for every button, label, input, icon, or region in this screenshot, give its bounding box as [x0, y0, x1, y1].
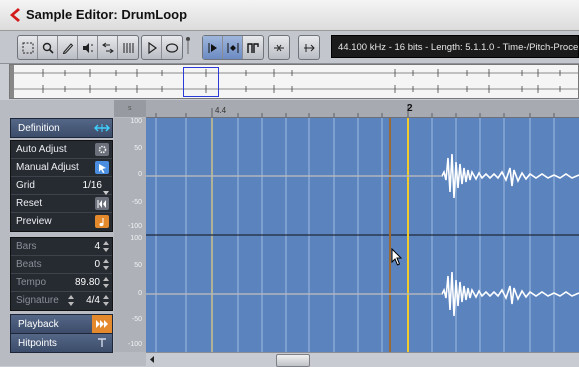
playback-icon[interactable] [92, 315, 112, 333]
bars-value[interactable]: 4 [94, 238, 100, 256]
auto-adjust-row[interactable]: Auto Adjust [11, 141, 112, 159]
note-icon[interactable] [95, 215, 109, 228]
tempo-label: Tempo [16, 277, 47, 288]
play-icon[interactable] [142, 36, 162, 59]
hitpoints-header[interactable]: Hitpoints [10, 333, 113, 353]
show-regions-icon[interactable] [243, 36, 263, 59]
preview-label: Preview [16, 216, 52, 227]
horizontal-scrollbar[interactable] [146, 352, 579, 367]
reset-row[interactable]: Reset [11, 195, 112, 213]
scale-label: 0 [138, 290, 142, 297]
scale-label: 100 [130, 118, 142, 125]
signature-value[interactable]: 4/4 [86, 292, 100, 310]
manual-adjust-label: Manual Adjust [16, 162, 79, 173]
scale-label: 100 [130, 235, 142, 242]
ruler-mark-2: 2 [407, 103, 413, 114]
scale-label: -50 [131, 316, 142, 323]
hitpoints-label: Hitpoints [18, 338, 57, 349]
ruler-corner: s [114, 100, 147, 117]
scroll-left-icon[interactable] [146, 353, 159, 366]
overview-view-frame[interactable] [183, 67, 219, 97]
hitpoints-icon[interactable] [92, 334, 112, 352]
toolbar-divider [186, 36, 190, 54]
cursor-arrow-icon[interactable] [95, 161, 109, 174]
waveform-display[interactable] [146, 118, 579, 352]
range-select-icon[interactable] [18, 36, 38, 59]
zoom-icon[interactable] [38, 36, 58, 59]
scale-label: 50 [134, 145, 142, 152]
reset-icon[interactable] [95, 197, 109, 210]
definition-header[interactable]: Definition [10, 118, 113, 138]
definition-label: Definition [18, 123, 60, 134]
bars-row[interactable]: Bars 4 [11, 238, 112, 256]
preview-row[interactable]: Preview [11, 213, 112, 231]
bars-label: Bars [16, 241, 37, 252]
mouse-pointer-icon [391, 248, 403, 266]
stepper-icon[interactable] [103, 277, 109, 288]
overview-waveform[interactable] [9, 64, 579, 99]
svg-text:s: s [128, 105, 132, 112]
transport-group [141, 35, 183, 60]
tempo-rows: Bars 4 Beats 0 Tempo 89.80 Signature 4/4 [10, 237, 113, 311]
ruler-mark-4-4: 4.4 [215, 106, 227, 115]
amplitude-scale: 100 50 0 -50 -100 100 50 0 -50 -100 [114, 118, 147, 352]
grid-value[interactable]: 1/16 [83, 177, 102, 195]
hitpoint-edit-icon[interactable] [203, 36, 223, 59]
autoscroll-icon[interactable] [299, 36, 319, 59]
info-display: 44.100 kHz - 16 bits - Length: 5.1.1.0 -… [331, 35, 579, 58]
tempo-value[interactable]: 89.80 [75, 274, 100, 292]
grid-row[interactable]: Grid 1/16 [11, 177, 112, 195]
cubase-logo-icon [10, 8, 20, 22]
grid-icon[interactable] [118, 36, 138, 59]
playback-header[interactable]: Playback [10, 314, 113, 334]
edit-tools-group [17, 35, 139, 60]
manual-adjust-row[interactable]: Manual Adjust [11, 159, 112, 177]
audition-icon[interactable] [78, 36, 98, 59]
loop-icon[interactable] [162, 36, 182, 59]
beats-label: Beats [16, 259, 42, 270]
hitpoint-tools-group [202, 35, 264, 60]
definition-icon[interactable] [92, 119, 112, 137]
beats-value[interactable]: 0 [94, 256, 100, 274]
time-ruler[interactable]: 4.4 2 [146, 100, 579, 118]
pencil-icon[interactable] [58, 36, 78, 59]
hitpoint-create-icon[interactable] [223, 36, 243, 59]
grid-label: Grid [16, 180, 35, 191]
playback-label: Playback [18, 319, 59, 330]
stepper-icon[interactable] [68, 295, 74, 306]
scale-label: -50 [131, 199, 142, 206]
scrub-icon[interactable] [98, 36, 118, 59]
scale-label: -100 [127, 341, 142, 348]
signature-label: Signature [16, 295, 59, 306]
snap-group [268, 35, 290, 60]
signature-row[interactable]: Signature 4/4 [11, 292, 112, 310]
reset-label: Reset [16, 198, 43, 209]
beats-row[interactable]: Beats 0 [11, 256, 112, 274]
window-title: Sample Editor: DrumLoop [26, 7, 188, 22]
stepper-icon[interactable] [103, 295, 109, 306]
stepper-icon[interactable] [103, 259, 109, 270]
snap-icon[interactable] [269, 36, 289, 59]
auto-adjust-label: Auto Adjust [16, 144, 67, 155]
scale-label: 0 [138, 171, 142, 178]
scale-label: -100 [127, 223, 142, 230]
definition-rows: Auto Adjust Manual Adjust Grid 1/16 Reset… [10, 140, 113, 232]
stepper-icon[interactable] [103, 241, 109, 252]
scrollbar-thumb[interactable] [276, 354, 310, 367]
gear-icon[interactable] [95, 143, 109, 156]
tempo-row[interactable]: Tempo 89.80 [11, 274, 112, 292]
scale-label: 50 [134, 262, 142, 269]
autoscroll-group [298, 35, 320, 60]
